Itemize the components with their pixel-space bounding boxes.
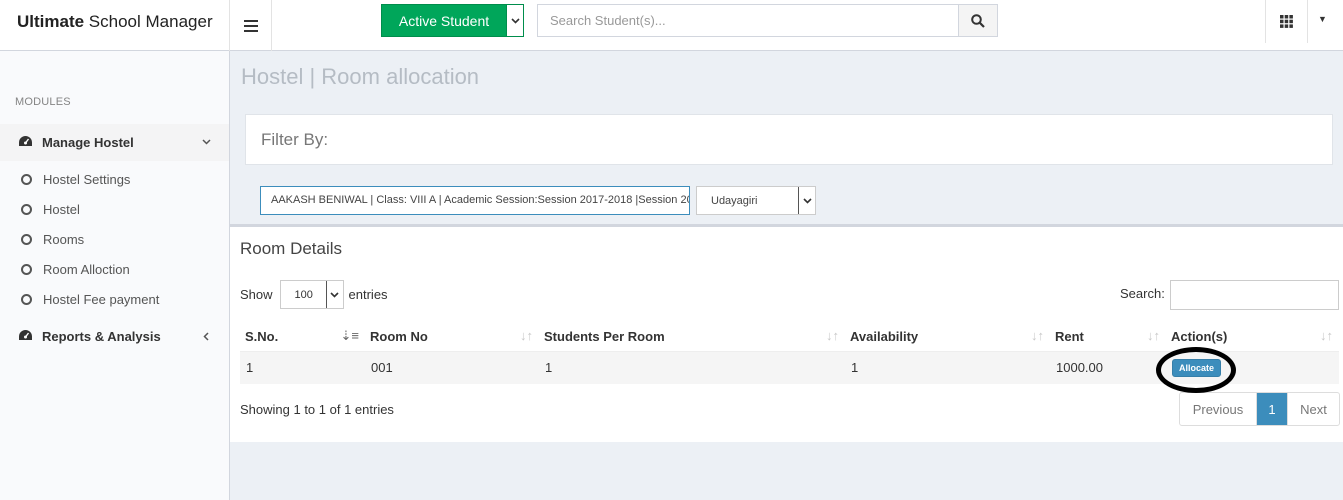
sidebar-item-hostel-settings[interactable]: Hostel Settings: [0, 164, 229, 194]
filter-label: Filter By:: [261, 130, 329, 149]
sidebar-section-header: MODULES: [15, 96, 71, 108]
apps-grid-icon[interactable]: [1265, 0, 1308, 43]
cell-rent: 1000.00: [1050, 351, 1166, 384]
pagination-previous[interactable]: Previous: [1180, 393, 1257, 425]
hostel-select[interactable]: Udayagiri: [696, 186, 816, 215]
student-select[interactable]: AAKASH BENIWAL | Class: VIII A | Academi…: [260, 186, 690, 215]
circle-icon: [21, 263, 32, 275]
student-search-input[interactable]: Search Student(s)...: [537, 4, 959, 37]
sidebar-item-room-allocation[interactable]: Room Alloction: [0, 254, 229, 284]
sidebar-menu-label: Manage Hostel: [42, 135, 134, 150]
table-search-label: Search:: [1120, 286, 1165, 301]
column-header-label: Students Per Room: [544, 328, 665, 344]
circle-icon: [21, 293, 32, 305]
chevron-down-icon: [325, 281, 343, 308]
entries-length-control: Show 100 entries: [240, 280, 388, 309]
entries-select-value: 100: [294, 288, 313, 301]
pagination-page-1[interactable]: 1: [1257, 393, 1288, 425]
user-menu-caret-icon[interactable]: ▼: [1318, 14, 1327, 24]
room-details-panel: Room Details Show 100 entries Search: S.…: [230, 224, 1343, 442]
sort-icon: ↓↑: [1147, 328, 1160, 343]
column-header-label: S.No.: [245, 328, 279, 344]
sort-icon: ↓↑: [826, 328, 839, 343]
circle-icon: [21, 173, 32, 185]
sort-icon: ↓↑: [1031, 328, 1044, 343]
chevron-down-icon[interactable]: [506, 5, 523, 36]
sidebar-item-label: Rooms: [43, 231, 85, 247]
sidebar-item-hostel-fee-payment[interactable]: Hostel Fee payment: [0, 284, 229, 314]
pagination-next[interactable]: Next: [1288, 393, 1339, 425]
table-info: Showing 1 to 1 of 1 entries: [240, 402, 394, 417]
table-header-row: S.No. ⇣≡ Room No ↓↑ Students Per Room ↓↑ Av…: [240, 322, 1339, 352]
dashboard-icon: [18, 135, 34, 151]
app-brand[interactable]: Ultimate School Manager: [0, 0, 230, 51]
sort-icon: ↓↑: [520, 328, 533, 343]
brand-rest: School Manager: [84, 12, 213, 31]
brand-bold: Ultimate: [17, 12, 85, 31]
cell-availability: 1: [845, 351, 1050, 384]
show-label: Show: [240, 287, 273, 302]
search-icon: [971, 13, 985, 28]
column-header-label: Availability: [850, 328, 919, 344]
chevron-down-icon: [798, 187, 815, 214]
column-header-label: Room No: [370, 328, 428, 344]
sort-icon: ↓↑: [1320, 328, 1333, 343]
sidebar-item-label: Room Alloction: [43, 261, 130, 277]
menu-toggle-icon[interactable]: [230, 0, 272, 51]
column-header-sno[interactable]: S.No. ⇣≡: [240, 322, 365, 352]
cell-students-per-room: 1: [539, 351, 845, 384]
page-title: Hostel | Room allocation: [241, 64, 480, 89]
cell-room-no: 001: [365, 351, 539, 384]
sidebar-item-label: Hostel: [43, 201, 80, 217]
entries-label: entries: [348, 287, 388, 302]
sidebar: MODULES Manage Hostel Hostel Settings Ho…: [0, 51, 230, 500]
hostel-select-value: Udayagiri: [711, 194, 758, 207]
sort-asc-icon: ⇣≡: [340, 328, 359, 343]
column-header-label: Rent: [1055, 328, 1084, 344]
sidebar-item-hostel[interactable]: Hostel: [0, 194, 229, 224]
sidebar-menu-label: Reports & Analysis: [42, 329, 161, 344]
search-button[interactable]: [958, 4, 998, 37]
chevron-down-icon: [202, 137, 211, 148]
active-student-dropdown[interactable]: Active Student: [381, 4, 524, 37]
chevron-left-icon: [203, 330, 209, 344]
circle-icon: [21, 233, 32, 245]
sidebar-item-rooms[interactable]: Rooms: [0, 224, 229, 254]
column-header-students-per-room[interactable]: Students Per Room ↓↑: [539, 322, 845, 352]
table-search-input[interactable]: [1170, 280, 1339, 310]
top-navbar: Ultimate School Manager Active Student S…: [0, 0, 1343, 51]
column-header-availability[interactable]: Availability ↓↑: [845, 322, 1050, 352]
allocate-button[interactable]: Allocate: [1172, 358, 1222, 377]
sidebar-item-label: Hostel Fee payment: [43, 291, 160, 307]
sidebar-menu-reports-analysis[interactable]: Reports & Analysis: [0, 318, 229, 355]
circle-icon: [21, 203, 32, 215]
panel-title: Room Details: [240, 239, 343, 258]
column-header-label: Action(s): [1171, 328, 1228, 344]
dashboard-icon: [18, 329, 34, 345]
filter-box: Filter By:: [245, 114, 1333, 165]
column-header-room-no[interactable]: Room No ↓↑: [365, 322, 539, 352]
entries-select[interactable]: 100: [279, 280, 344, 309]
column-header-rent[interactable]: Rent ↓↑: [1050, 322, 1166, 352]
sidebar-item-label: Hostel Settings: [43, 171, 131, 187]
sidebar-menu-manage-hostel[interactable]: Manage Hostel: [0, 124, 229, 161]
active-student-label: Active Student: [398, 12, 490, 29]
pagination: Previous 1 Next: [1179, 392, 1340, 426]
cell-sno: 1: [240, 351, 365, 384]
